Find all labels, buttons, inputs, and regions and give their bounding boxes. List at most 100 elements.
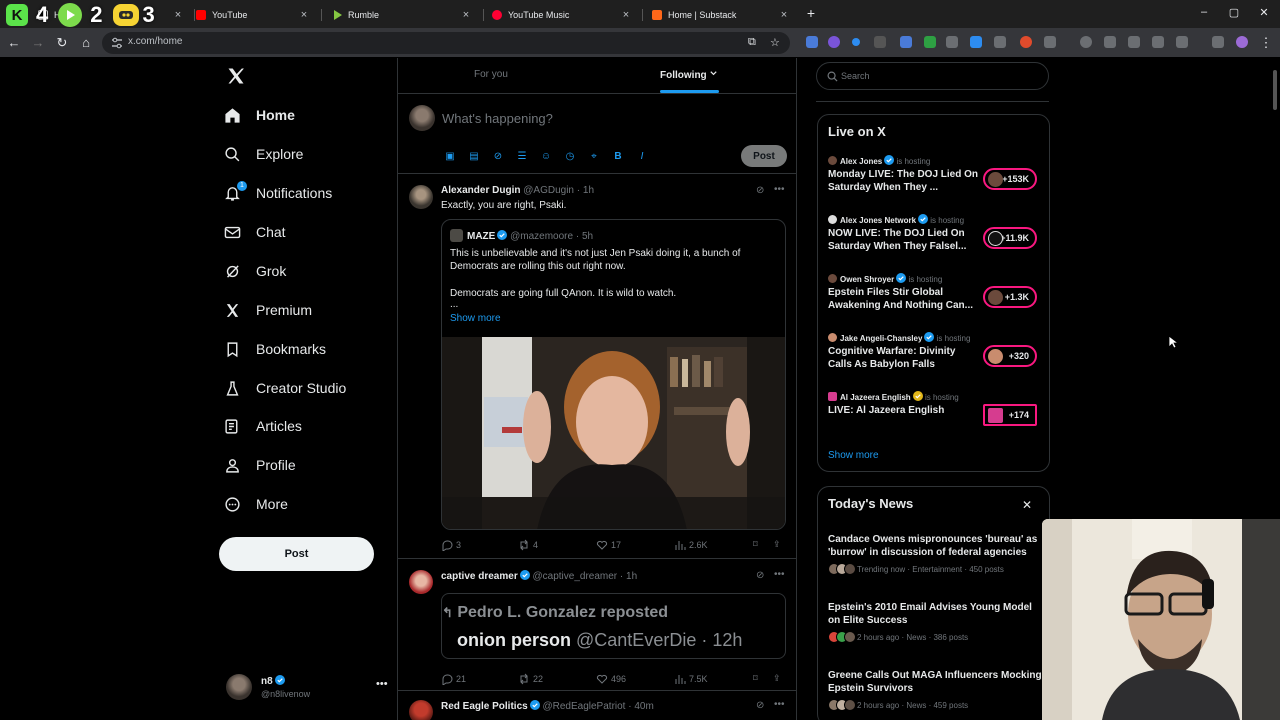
media-icon[interactable]: ▣ bbox=[442, 149, 458, 165]
live-item[interactable]: Owen Shroyer is hosting Epstein Files St… bbox=[828, 273, 1043, 317]
post-button[interactable]: Post bbox=[219, 537, 374, 571]
tweet-time[interactable]: 40m bbox=[634, 701, 653, 712]
like-button[interactable]: 17 bbox=[596, 539, 621, 551]
schedule-icon[interactable]: ◷ bbox=[562, 149, 578, 165]
nav-chat[interactable]: Chat bbox=[224, 218, 286, 246]
search-input[interactable]: Search bbox=[816, 62, 1049, 90]
browser-menu-icon[interactable]: ⋮ bbox=[1258, 35, 1274, 51]
extension-windows-icon[interactable] bbox=[900, 36, 912, 48]
embedded-repost-image[interactable]: ↰ Pedro L. Gonzalez reposted onion perso… bbox=[441, 593, 786, 659]
tab-rumble[interactable]: Rumble × bbox=[324, 4, 480, 26]
avatar[interactable] bbox=[409, 570, 433, 594]
reload-icon[interactable]: ↻ bbox=[54, 35, 70, 51]
location-icon[interactable]: ⌖ bbox=[586, 149, 602, 165]
tweet[interactable]: Alexander Dugin @AGDugin · 1h ⊘ ••• Exac… bbox=[398, 175, 796, 559]
extensions-puzzle-icon[interactable] bbox=[1044, 36, 1056, 48]
show-more-link[interactable]: Show more bbox=[828, 450, 879, 461]
tweet-video-thumbnail[interactable] bbox=[442, 337, 785, 529]
forward-arrow-icon[interactable]: → bbox=[30, 35, 46, 51]
extension-glasses-icon[interactable] bbox=[874, 36, 886, 48]
reading-list-icon[interactable] bbox=[1152, 36, 1164, 48]
tweet-author-handle[interactable]: @captive_dreamer bbox=[533, 571, 618, 582]
extension-green-icon[interactable] bbox=[924, 36, 936, 48]
tweet-more-icon[interactable]: ••• bbox=[774, 569, 785, 580]
like-button[interactable]: 496 bbox=[596, 673, 626, 685]
share-icon[interactable]: ⇪ bbox=[773, 673, 781, 684]
address-bar[interactable]: x.com/home ⧉ ☆ bbox=[102, 32, 790, 54]
live-listener-count[interactable]: +153K bbox=[983, 168, 1037, 190]
emoji-icon[interactable]: ☺ bbox=[538, 149, 554, 165]
tab-following[interactable]: Following bbox=[660, 69, 718, 81]
close-tab-icon[interactable]: × bbox=[298, 9, 310, 21]
maximize-icon[interactable]: ▢ bbox=[1226, 6, 1242, 19]
tweet-time[interactable]: 1h bbox=[583, 185, 594, 196]
live-listener-count[interactable]: +1.3K bbox=[983, 286, 1037, 308]
gif-icon[interactable]: ▤ bbox=[466, 149, 482, 165]
x-logo-icon[interactable] bbox=[226, 66, 246, 86]
avatar[interactable] bbox=[409, 700, 433, 720]
extension-sync-icon[interactable] bbox=[1104, 36, 1116, 48]
account-switcher[interactable]: n8 @n8livenow ••• bbox=[226, 672, 388, 706]
grok-compose-icon[interactable]: ⊘ bbox=[490, 149, 506, 165]
tweet[interactable]: Red Eagle Politics @RedEaglePatriot · 40… bbox=[398, 692, 796, 720]
extension-blue-dot-icon[interactable] bbox=[852, 38, 860, 46]
close-tab-icon[interactable]: × bbox=[778, 9, 790, 21]
news-item[interactable]: Candace Owens mispronounces 'bureau' as … bbox=[828, 533, 1046, 575]
repost-button[interactable]: 4 bbox=[518, 539, 538, 551]
profile-avatar-icon[interactable] bbox=[1236, 36, 1248, 48]
bookmark-tweet-icon[interactable]: ⌑ bbox=[753, 539, 758, 550]
bookmark-star-icon[interactable]: ☆ bbox=[770, 36, 780, 49]
nav-notifications[interactable]: 1 Notifications bbox=[224, 179, 332, 207]
quoted-tweet[interactable]: MAZE @mazemoore · 5h This is unbelievabl… bbox=[441, 219, 786, 530]
nav-grok[interactable]: Grok bbox=[224, 257, 286, 285]
views-button[interactable]: 7.5K bbox=[674, 673, 708, 685]
new-tab-icon[interactable]: + bbox=[804, 5, 818, 21]
reply-button[interactable]: 21 bbox=[441, 673, 466, 685]
extension-red-icon[interactable] bbox=[1020, 36, 1032, 48]
back-arrow-icon[interactable]: ← bbox=[6, 35, 22, 51]
nav-profile[interactable]: Profile bbox=[224, 451, 296, 479]
grok-explain-icon[interactable]: ⊘ bbox=[756, 570, 764, 581]
install-app-icon[interactable]: ⧉ bbox=[748, 36, 756, 49]
close-icon[interactable]: ✕ bbox=[1022, 498, 1032, 512]
live-item[interactable]: Alex Jones Network is hosting NOW LIVE: … bbox=[828, 214, 1043, 258]
tweet-time[interactable]: 1h bbox=[626, 571, 637, 582]
close-tab-icon[interactable]: × bbox=[172, 9, 184, 21]
tweet-author-name[interactable]: captive dreamer bbox=[441, 571, 518, 582]
minimize-icon[interactable]: – bbox=[1196, 6, 1212, 18]
tweet-more-icon[interactable]: ••• bbox=[774, 699, 785, 710]
nav-bookmarks[interactable]: Bookmarks bbox=[224, 335, 326, 363]
composer-post-button[interactable]: Post bbox=[741, 145, 787, 167]
tweet-author-handle[interactable]: @RedEaglePatriot bbox=[542, 701, 625, 712]
views-button[interactable]: 2.6K bbox=[674, 539, 708, 551]
extension-grid-icon[interactable] bbox=[946, 36, 958, 48]
scrollbar-thumb[interactable] bbox=[1273, 70, 1277, 110]
tab-youtube-music[interactable]: YouTube Music × bbox=[484, 4, 640, 26]
extension-color-icon[interactable] bbox=[828, 36, 840, 48]
side-panel-icon[interactable] bbox=[1176, 36, 1188, 48]
devtools-icon[interactable] bbox=[1128, 36, 1140, 48]
extension-audio-icon[interactable] bbox=[970, 36, 982, 48]
compose-input[interactable]: What's happening? bbox=[442, 111, 553, 126]
nav-more[interactable]: More bbox=[224, 490, 288, 518]
share-icon[interactable]: ⇪ bbox=[773, 539, 781, 550]
avatar[interactable] bbox=[409, 185, 433, 209]
tweet-more-icon[interactable]: ••• bbox=[774, 184, 785, 195]
bold-icon[interactable]: B bbox=[610, 149, 626, 165]
news-item[interactable]: Epstein's 2010 Email Advises Young Model… bbox=[828, 601, 1046, 643]
tweet-author-handle[interactable]: @AGDugin bbox=[523, 185, 574, 196]
italic-icon[interactable]: I bbox=[634, 149, 650, 165]
window-close-icon[interactable]: ✕ bbox=[1256, 6, 1272, 19]
close-tab-icon[interactable]: × bbox=[460, 9, 472, 21]
grok-explain-icon[interactable]: ⊘ bbox=[756, 700, 764, 711]
tab-for-you[interactable]: For you bbox=[474, 69, 508, 80]
poll-icon[interactable]: ☰ bbox=[514, 149, 530, 165]
history-icon[interactable] bbox=[1080, 36, 1092, 48]
extension-menu-icon[interactable] bbox=[1212, 36, 1224, 48]
nav-explore[interactable]: Explore bbox=[224, 140, 303, 168]
repost-button[interactable]: 22 bbox=[518, 673, 543, 685]
nav-creator-studio[interactable]: Creator Studio bbox=[224, 374, 346, 402]
tab-youtube[interactable]: YouTube × bbox=[188, 4, 318, 26]
account-more-icon[interactable]: ••• bbox=[376, 678, 388, 690]
nav-home[interactable]: Home bbox=[224, 101, 295, 129]
